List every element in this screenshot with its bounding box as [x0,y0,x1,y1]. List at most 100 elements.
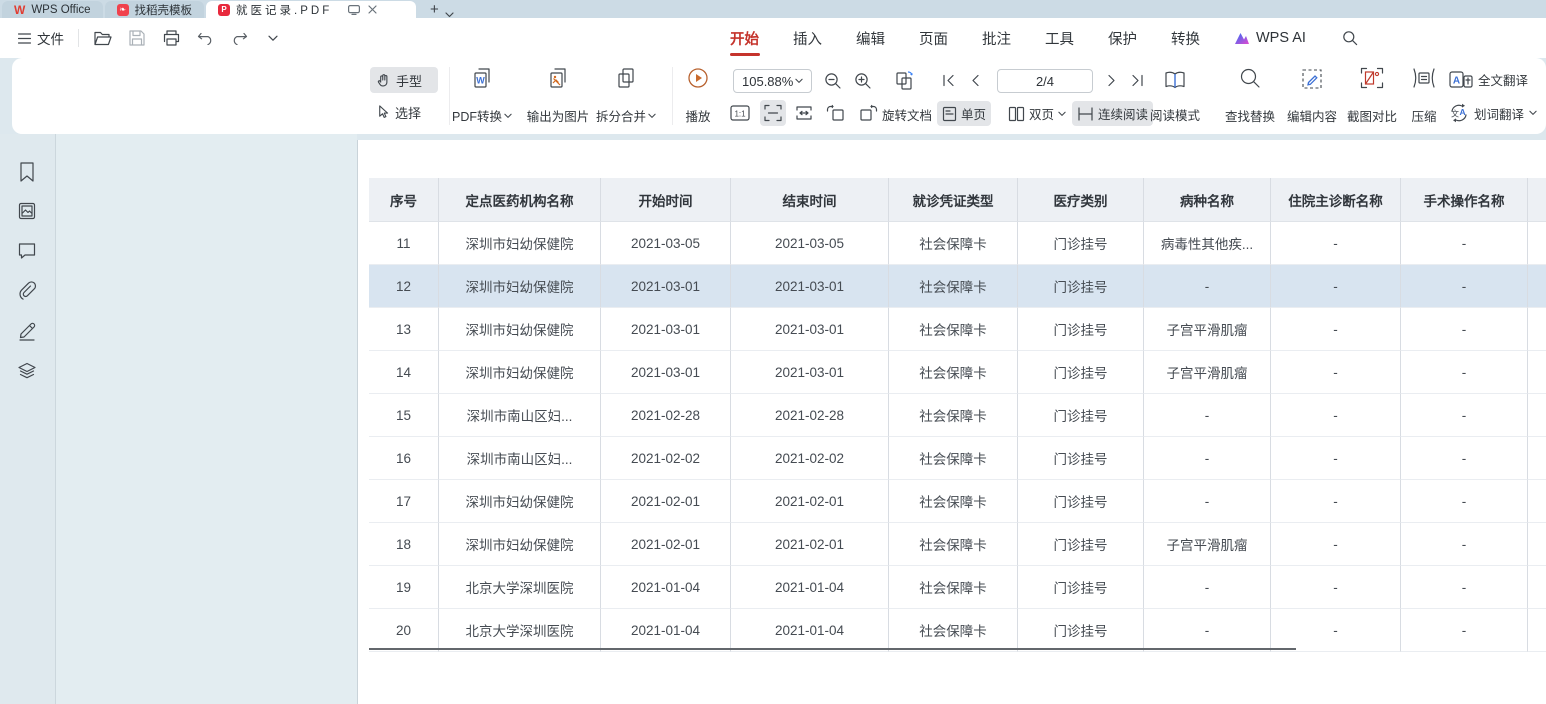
menu-item-home[interactable]: 开始 [730,18,759,58]
table-cell: 2021-02-01 [601,523,731,566]
table-cell: 2021-01-04 [731,609,889,652]
divider [672,67,673,125]
table-cell: 20 [369,609,439,652]
layers-panel-icon[interactable] [17,361,39,383]
table-cell: - [1271,222,1401,265]
signature-panel-icon[interactable] [17,321,39,343]
table-cell: 深圳市妇幼保健院 [439,265,601,308]
previous-page-button[interactable] [965,70,985,90]
read-mode-label[interactable]: 阅读模式 [1150,105,1214,124]
redo-icon[interactable] [229,28,249,48]
print-icon[interactable] [161,28,181,48]
fit-width-button[interactable] [760,100,786,126]
last-page-button[interactable] [1127,70,1147,90]
double-page-button[interactable]: 双页 [1003,101,1071,126]
table-header-cell: 结束时间 [731,178,889,222]
tab-float-window-icon[interactable] [348,5,360,15]
comment-panel-icon[interactable] [17,241,39,263]
rotate-left-button[interactable] [824,101,848,125]
menu-item-convert[interactable]: 转换 [1171,18,1200,58]
play-button[interactable]: 播放 [678,67,718,125]
play-label: 播放 [685,106,710,125]
table-cell: 门诊挂号 [1018,480,1144,523]
single-page-button[interactable]: 单页 [937,101,991,126]
table-header-cell: 手术操作名称 [1401,178,1528,222]
table-cell [1528,566,1546,609]
rotate-document-icon[interactable] [892,68,918,94]
save-icon[interactable] [127,28,147,48]
menu-item-tools[interactable]: 工具 [1045,18,1074,58]
first-page-button[interactable] [938,70,958,90]
attachment-panel-icon[interactable] [17,281,39,303]
page-number-input[interactable]: 2/4 [997,69,1093,93]
fit-width-icon [764,104,782,122]
table-cell: 2021-03-01 [731,308,889,351]
pdf-file-icon: P [218,4,230,16]
continuous-read-label: 连续阅读 [1098,104,1148,123]
menu-item-insert[interactable]: 插入 [793,18,822,58]
screenshot-compare-button[interactable]: 截图对比 [1342,67,1402,125]
table-cell [1528,437,1546,480]
wps-ai-label: WPS AI [1256,30,1306,46]
table-cell [1528,394,1546,437]
word-translate-button[interactable]: A 文 划词翻译 [1449,103,1537,123]
full-translate-button[interactable]: A 全文翻译 [1449,70,1528,89]
zoom-level-select[interactable]: 105.88% [733,69,812,93]
tab-wps-office[interactable]: W WPS Office [2,1,103,18]
wps-ai-logo-icon [1234,32,1250,45]
continuous-read-button[interactable]: 连续阅读 [1072,101,1153,126]
table-cell [1528,480,1546,523]
read-mode-icon[interactable] [1162,67,1188,93]
table-header-cell: 定点医药机构名称 [439,178,601,222]
menu-item-protect[interactable]: 保护 [1108,18,1137,58]
window-tab-bar: W WPS Office ❧ 找稻壳模板 P 就医记录.PDF + [0,0,1546,18]
search-icon[interactable] [1340,28,1360,48]
quick-access-chevron-icon[interactable] [263,28,283,48]
split-merge-button[interactable]: 拆分合并 [588,67,664,125]
chevron-down-icon [504,112,512,120]
find-replace-icon [1239,67,1261,89]
new-tab-button[interactable]: + [430,1,439,18]
table-cell: - [1401,308,1528,351]
table-cell: 2021-02-28 [601,394,731,437]
file-menu-button[interactable]: 文件 [18,28,64,48]
tab-close-icon[interactable] [368,5,377,14]
zoom-out-button[interactable] [822,70,844,92]
table-cell [1528,351,1546,394]
table-cell: 2021-03-01 [731,351,889,394]
menu-item-edit[interactable]: 编辑 [856,18,885,58]
rotate-document-label[interactable]: 旋转文档 [874,105,940,124]
fit-page-button[interactable] [792,101,816,125]
table-cell: 17 [369,480,439,523]
bookmark-panel-icon[interactable] [17,161,39,183]
table-cell: 2021-01-04 [731,566,889,609]
open-file-icon[interactable] [93,28,113,48]
edit-content-button[interactable]: 编辑内容 [1282,67,1342,125]
page-indicator-value: 2/4 [1036,74,1054,89]
next-page-button[interactable] [1102,70,1122,90]
hand-tool-button[interactable]: 手型 [370,67,438,93]
edit-content-icon [1300,67,1324,91]
menu-item-page[interactable]: 页面 [919,18,948,58]
screenshot-compare-icon [1360,67,1384,89]
table-cell: 门诊挂号 [1018,609,1144,652]
find-replace-button[interactable]: 查找替换 [1217,67,1283,125]
tab-document-pdf[interactable]: P 就医记录.PDF [206,1,416,18]
table-cell: 门诊挂号 [1018,523,1144,566]
compress-button[interactable]: 压缩 [1404,67,1444,125]
actual-size-button[interactable]: 1:1 [728,101,752,125]
menu-item-comment[interactable]: 批注 [982,18,1011,58]
table-row: 17深圳市妇幼保健院2021-02-012021-02-01社会保障卡门诊挂号-… [369,480,1546,523]
undo-icon[interactable] [195,28,215,48]
zoom-in-button[interactable] [852,70,874,92]
pdf-convert-button[interactable]: W PDF转换 [444,67,520,125]
tab-docer-templates[interactable]: ❧ 找稻壳模板 [105,1,205,18]
chevron-down-icon [648,112,656,120]
table-header-cell: 就诊凭证类型 [889,178,1018,222]
table-row: 19北京大学深圳医院2021-01-042021-01-04社会保障卡门诊挂号-… [369,566,1546,609]
table-cell: 深圳市妇幼保健院 [439,523,601,566]
select-tool-button[interactable]: 选择 [370,99,438,125]
thumbnail-panel-icon[interactable] [17,201,39,223]
wps-ai-button[interactable]: WPS AI [1234,30,1306,46]
cursor-icon [376,104,390,120]
